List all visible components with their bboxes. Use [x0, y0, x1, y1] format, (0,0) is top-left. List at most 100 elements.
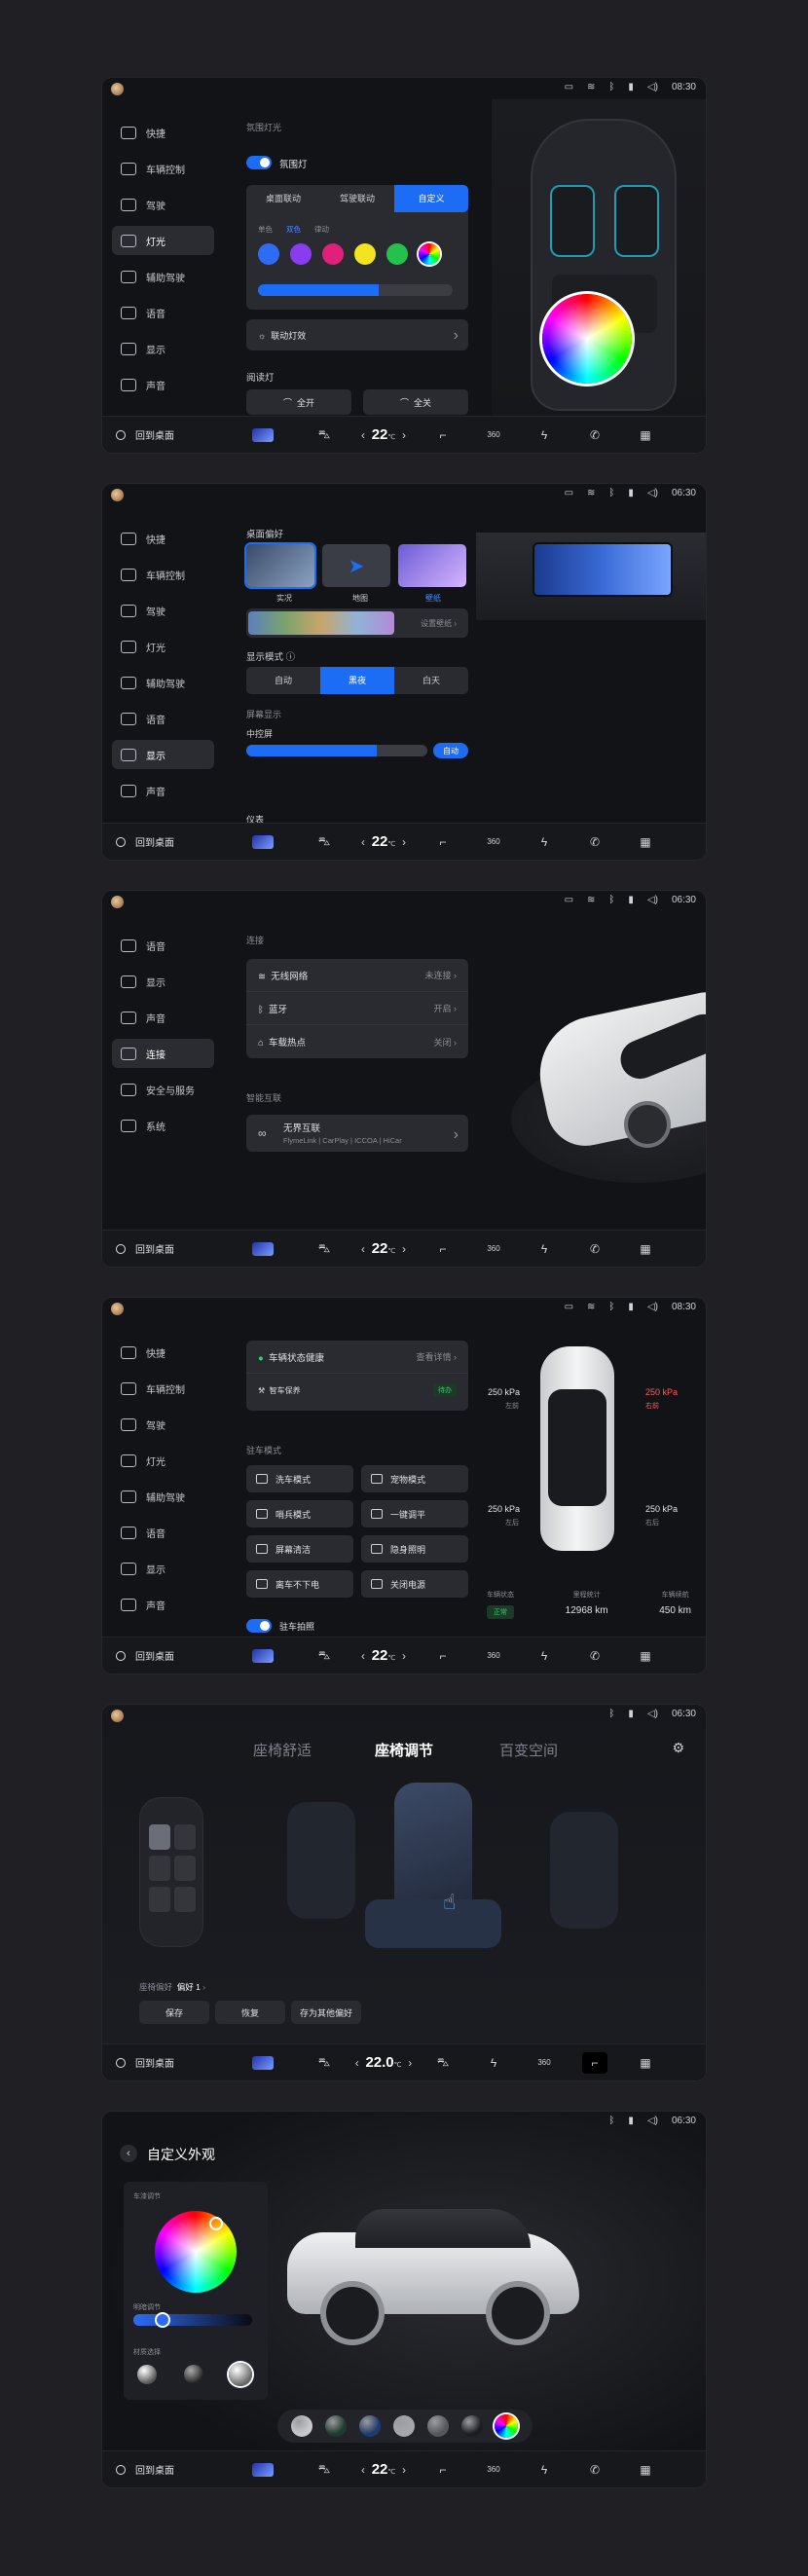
avatar[interactable] — [111, 1710, 124, 1722]
tab-drive-link[interactable]: 驾驶联动 — [320, 185, 394, 212]
keep-power-button[interactable]: 离车不下电 — [246, 1570, 353, 1598]
auto-brightness-button[interactable]: 自动 — [433, 743, 468, 758]
stealth-light-button[interactable]: 隐身照明 — [361, 1535, 468, 1563]
tab-custom[interactable]: 自定义 — [394, 185, 468, 212]
stat-mileage[interactable]: 里程统计 12968 km — [566, 1590, 608, 1619]
temp-control[interactable]: ‹ 22℃ › — [349, 426, 418, 443]
phone-icon[interactable]: ✆ — [569, 1242, 620, 1256]
grid-icon[interactable]: ▦ — [620, 835, 671, 849]
wallpaper-map[interactable]: ➤ — [322, 544, 390, 587]
sidebar-item[interactable]: 显示 — [112, 334, 214, 363]
tab-desktop-link[interactable]: 桌面联动 — [246, 185, 320, 212]
grid-icon[interactable]: ▦ — [620, 1649, 671, 1663]
car-icon[interactable]: ⛍ — [299, 2462, 349, 2478]
wifi-row[interactable]: ≋ 无线网络 未连接 › — [246, 959, 468, 992]
car-front-icon[interactable]: ⛍ — [418, 2055, 468, 2071]
seat-slot[interactable] — [174, 1824, 196, 1850]
home-button[interactable]: 回到桌面 — [116, 1241, 252, 1256]
sidebar-item-active[interactable]: 灯光 — [112, 226, 214, 255]
seat-slot[interactable] — [149, 1887, 170, 1912]
car-icon[interactable]: ⛍ — [299, 1648, 349, 1664]
save-button[interactable]: 保存 — [139, 2001, 209, 2024]
screen-clean-button[interactable]: 屏幕清洁 — [246, 1535, 353, 1563]
restore-button[interactable]: 恢复 — [215, 2001, 285, 2024]
360-icon[interactable]: 360 — [468, 1651, 519, 1660]
link-effect-row[interactable]: ☼ 联动灯效 › — [246, 319, 468, 350]
seat-slot[interactable] — [174, 1887, 196, 1912]
car-icon[interactable]: ⛍ — [299, 2055, 349, 2071]
avatar[interactable] — [111, 83, 124, 95]
sentry-mode-button[interactable]: 哨兵模式 — [246, 1500, 353, 1527]
temp-control[interactable]: ‹ 22℃ › — [349, 1240, 418, 1257]
sidebar-item[interactable]: 快捷 — [112, 118, 214, 147]
media-thumbnail[interactable] — [252, 2462, 274, 2477]
360-icon[interactable]: 360 — [468, 837, 519, 846]
sidebar-item[interactable]: 辅助驾驶 — [112, 262, 214, 291]
bolt-icon[interactable]: ϟ — [519, 2463, 569, 2477]
screen-brightness-slider[interactable] — [246, 745, 427, 756]
media-thumbnail[interactable] — [252, 1241, 274, 1256]
subtab-rhythm[interactable]: 律动 — [314, 224, 329, 235]
car-icon[interactable]: ⛍ — [299, 1241, 349, 1257]
sidebar-item[interactable]: 辅助驾驶 — [112, 668, 214, 697]
set-wallpaper-link[interactable]: 设置壁纸 › — [421, 618, 457, 629]
home-button[interactable]: 回到桌面 — [116, 2462, 252, 2477]
brightness-slider[interactable] — [258, 284, 453, 296]
media-thumbnail[interactable] — [252, 2055, 274, 2070]
rainbow-swatch[interactable] — [419, 243, 440, 265]
temp-control[interactable]: ‹ 22℃ › — [349, 2461, 418, 2478]
pet-mode-button[interactable]: 宠物模式 — [361, 1465, 468, 1492]
mode-day[interactable]: 白天 — [394, 667, 468, 694]
color-swatch[interactable] — [354, 243, 376, 265]
paint-swatch[interactable] — [460, 2415, 483, 2437]
sidebar-item[interactable]: 辅助驾驶 — [112, 1482, 214, 1511]
bluetooth-row[interactable]: ᛒ 蓝牙 开启 › — [246, 992, 468, 1025]
color-swatch[interactable] — [322, 243, 344, 265]
material-matte[interactable] — [184, 2365, 203, 2384]
hotspot-row[interactable]: ⌂ 车载热点 关闭 › — [246, 1025, 468, 1058]
avatar[interactable] — [111, 1303, 124, 1315]
subtab-single[interactable]: 单色 — [258, 224, 273, 235]
home-button[interactable]: 回到桌面 — [116, 1648, 252, 1663]
sidebar-item[interactable]: 驾驶 — [112, 596, 214, 625]
car-icon[interactable]: ⛍ — [299, 427, 349, 443]
ambient-toggle[interactable] — [246, 156, 272, 169]
sidebar-item[interactable]: 驾驶 — [112, 1410, 214, 1439]
grid-icon[interactable]: ▦ — [620, 2463, 671, 2477]
color-picker-handle[interactable] — [209, 2217, 223, 2230]
temp-control[interactable]: ‹ 22℃ › — [349, 1647, 418, 1664]
bolt-icon[interactable]: ϟ — [519, 428, 569, 442]
wallpaper-strip[interactable]: 设置壁纸 › — [246, 608, 468, 638]
bolt-icon[interactable]: ϟ — [468, 2056, 519, 2070]
sidebar-item[interactable]: 语音 — [112, 704, 214, 733]
phone-icon[interactable]: ✆ — [569, 428, 620, 442]
seat-icon[interactable]: ⌐ — [418, 1242, 468, 1256]
sidebar-item[interactable]: 灯光 — [112, 1446, 214, 1475]
mode-night[interactable]: 黑夜 — [320, 667, 394, 694]
paint-swatch[interactable] — [426, 2415, 449, 2437]
media-thumbnail[interactable] — [252, 1648, 274, 1663]
paint-color-wheel[interactable] — [155, 2211, 237, 2293]
save-as-button[interactable]: 存为其他偏好 — [291, 2001, 361, 2024]
parking-photo-toggle[interactable] — [246, 1619, 272, 1633]
material-gloss[interactable] — [137, 2365, 157, 2384]
tab-seat-adjust[interactable]: 座椅调节 — [375, 1740, 433, 1760]
brightness-slider[interactable] — [133, 2312, 252, 2328]
avatar[interactable] — [111, 489, 124, 501]
sidebar-item[interactable]: 系统 — [112, 1111, 214, 1140]
home-button[interactable]: 回到桌面 — [116, 427, 252, 442]
sidebar-item[interactable]: 显示 — [112, 1554, 214, 1583]
sidebar-item[interactable]: 快捷 — [112, 524, 214, 553]
sidebar-item[interactable]: 车辆控制 — [112, 560, 214, 589]
sidebar-item[interactable]: 驾驶 — [112, 190, 214, 219]
media-thumbnail[interactable] — [252, 834, 274, 849]
temp-control[interactable]: ‹ 22℃ › — [349, 833, 418, 850]
seat-icon[interactable]: ⌐ — [418, 1649, 468, 1663]
seat-slot[interactable] — [149, 1856, 170, 1881]
phone-icon[interactable]: ✆ — [569, 835, 620, 849]
color-swatch[interactable] — [290, 243, 312, 265]
sidebar-item[interactable]: 语音 — [112, 931, 214, 960]
seat-icon[interactable]: ⌐ — [418, 428, 468, 442]
sidebar-item[interactable]: 声音 — [112, 1590, 214, 1619]
reading-all-off-button[interactable]: ⌒ 全关 — [363, 389, 468, 415]
